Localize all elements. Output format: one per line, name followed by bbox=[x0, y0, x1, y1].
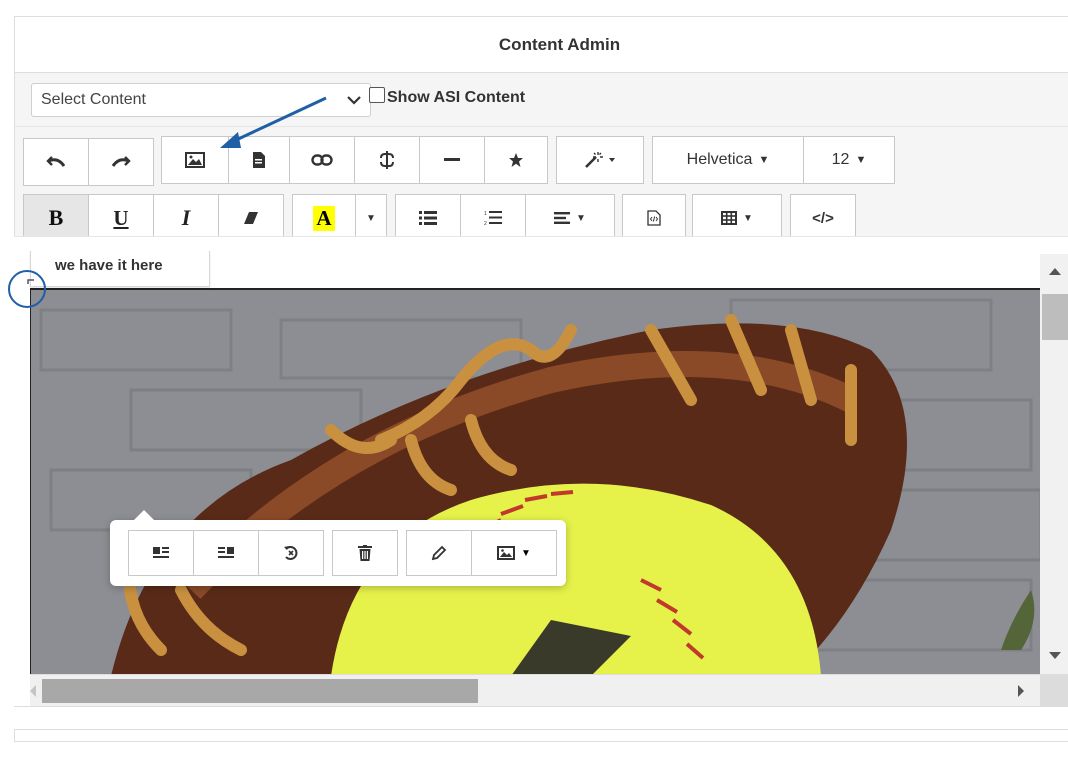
image-popover-toolbar: ▼ bbox=[110, 510, 566, 586]
pencil-icon bbox=[431, 545, 447, 561]
paragraph-align-dropdown[interactable]: ▼ bbox=[525, 194, 615, 242]
annotation-circle bbox=[8, 270, 46, 308]
insert-link-button[interactable] bbox=[289, 136, 355, 184]
ordered-list-button[interactable]: 12 bbox=[460, 194, 526, 242]
code-view-label: </> bbox=[812, 209, 834, 227]
highlight-color-dropdown[interactable]: ▼ bbox=[355, 194, 387, 242]
caret-down-icon: ▼ bbox=[743, 212, 753, 224]
font-family-value: Helvetica bbox=[686, 151, 753, 168]
insert-image-button[interactable] bbox=[161, 136, 229, 184]
special-characters-button[interactable] bbox=[484, 136, 548, 184]
show-asi-content-label: Show ASI Content bbox=[387, 89, 526, 106]
caret-down-icon: ▼ bbox=[758, 154, 770, 166]
highlight-color-label: A bbox=[313, 205, 335, 231]
underline-label: U bbox=[113, 205, 129, 230]
float-right-button[interactable] bbox=[193, 530, 259, 576]
rotate-icon bbox=[284, 546, 298, 560]
softball-glove-photo bbox=[31, 290, 1040, 674]
caret-down-icon: ▼ bbox=[576, 212, 586, 224]
highlight-color-button[interactable]: A bbox=[292, 194, 356, 242]
table-icon bbox=[721, 211, 738, 225]
content-controls: Select Content Show ASI Content bbox=[15, 73, 1068, 127]
eraser-icon bbox=[244, 212, 258, 224]
horizontal-rule-button[interactable] bbox=[419, 136, 485, 184]
vertical-scrollbar[interactable] bbox=[1040, 254, 1068, 674]
link-icon bbox=[311, 154, 333, 166]
unordered-list-button[interactable] bbox=[395, 194, 461, 242]
star-icon bbox=[509, 153, 523, 167]
float-left-button[interactable] bbox=[128, 530, 194, 576]
font-family-dropdown[interactable]: Helvetica ▼ bbox=[652, 136, 804, 184]
float-left-icon bbox=[153, 547, 169, 558]
code-file-icon bbox=[647, 210, 661, 226]
undo-button[interactable] bbox=[23, 138, 89, 186]
image-icon bbox=[497, 546, 516, 560]
insert-code-snippet-button[interactable] bbox=[622, 194, 686, 242]
bold-button[interactable]: B bbox=[23, 194, 89, 242]
magic-wand-icon bbox=[585, 152, 615, 168]
italic-button[interactable]: I bbox=[153, 194, 219, 242]
select-content-value: Select Content bbox=[41, 91, 146, 108]
caret-down-icon: ▼ bbox=[855, 154, 867, 166]
svg-text:2: 2 bbox=[484, 221, 487, 226]
popover-arrow bbox=[134, 510, 154, 520]
scroll-up-arrow-icon[interactable] bbox=[1049, 268, 1061, 275]
undo-icon bbox=[46, 156, 66, 167]
font-size-value: 12 bbox=[831, 151, 850, 168]
float-none-button[interactable] bbox=[258, 530, 324, 576]
file-icon bbox=[253, 152, 265, 168]
horizontal-scroll-thumb[interactable] bbox=[42, 679, 478, 703]
svg-text:1: 1 bbox=[484, 211, 487, 217]
float-right-icon bbox=[218, 547, 234, 558]
scrollbar-corner bbox=[1040, 674, 1068, 706]
editor-image[interactable] bbox=[30, 288, 1040, 674]
align-left-icon bbox=[554, 212, 571, 224]
image-icon bbox=[185, 152, 205, 168]
select-content-dropdown[interactable]: Select Content bbox=[31, 83, 371, 117]
show-asi-content-toggle[interactable]: Show ASI Content bbox=[369, 87, 526, 107]
unlink-button[interactable] bbox=[354, 136, 420, 184]
annotation-tab-label: we have it here bbox=[55, 257, 163, 274]
insert-table-dropdown[interactable]: ▼ bbox=[692, 194, 782, 242]
show-asi-content-checkbox[interactable] bbox=[369, 87, 385, 103]
bold-label: B bbox=[48, 205, 64, 230]
underline-button[interactable]: U bbox=[88, 194, 154, 242]
bullet-list-icon bbox=[419, 211, 437, 225]
code-view-button[interactable]: </> bbox=[790, 194, 856, 242]
caret-down-icon: ▼ bbox=[521, 547, 531, 559]
edit-image-button[interactable] bbox=[406, 530, 472, 576]
scroll-down-arrow-icon[interactable] bbox=[1049, 652, 1061, 659]
image-options-dropdown[interactable]: ▼ bbox=[471, 530, 557, 576]
trash-icon bbox=[358, 545, 372, 561]
chevron-down-icon bbox=[347, 96, 361, 105]
redo-button[interactable] bbox=[88, 138, 154, 186]
unlink-icon bbox=[380, 151, 394, 169]
page-title: Content Admin bbox=[15, 17, 1068, 73]
vertical-scroll-thumb[interactable] bbox=[1042, 294, 1068, 340]
scroll-left-arrow-icon[interactable] bbox=[30, 685, 36, 697]
horizontal-scrollbar[interactable] bbox=[30, 674, 1040, 706]
italic-label: I bbox=[181, 205, 191, 230]
insert-file-button[interactable] bbox=[228, 136, 290, 184]
clear-format-button[interactable] bbox=[218, 194, 284, 242]
minus-icon bbox=[444, 158, 460, 161]
redo-icon bbox=[111, 156, 131, 167]
delete-image-button[interactable] bbox=[332, 530, 398, 576]
magic-style-button[interactable] bbox=[556, 136, 644, 184]
caret-down-icon: ▼ bbox=[366, 212, 376, 224]
editor-status-bar bbox=[14, 706, 1068, 730]
annotation-tab: we have it here bbox=[30, 251, 210, 287]
numbered-list-icon: 12 bbox=[484, 211, 502, 226]
font-size-dropdown[interactable]: 12 ▼ bbox=[803, 136, 895, 184]
scroll-right-arrow-icon[interactable] bbox=[1018, 685, 1024, 697]
